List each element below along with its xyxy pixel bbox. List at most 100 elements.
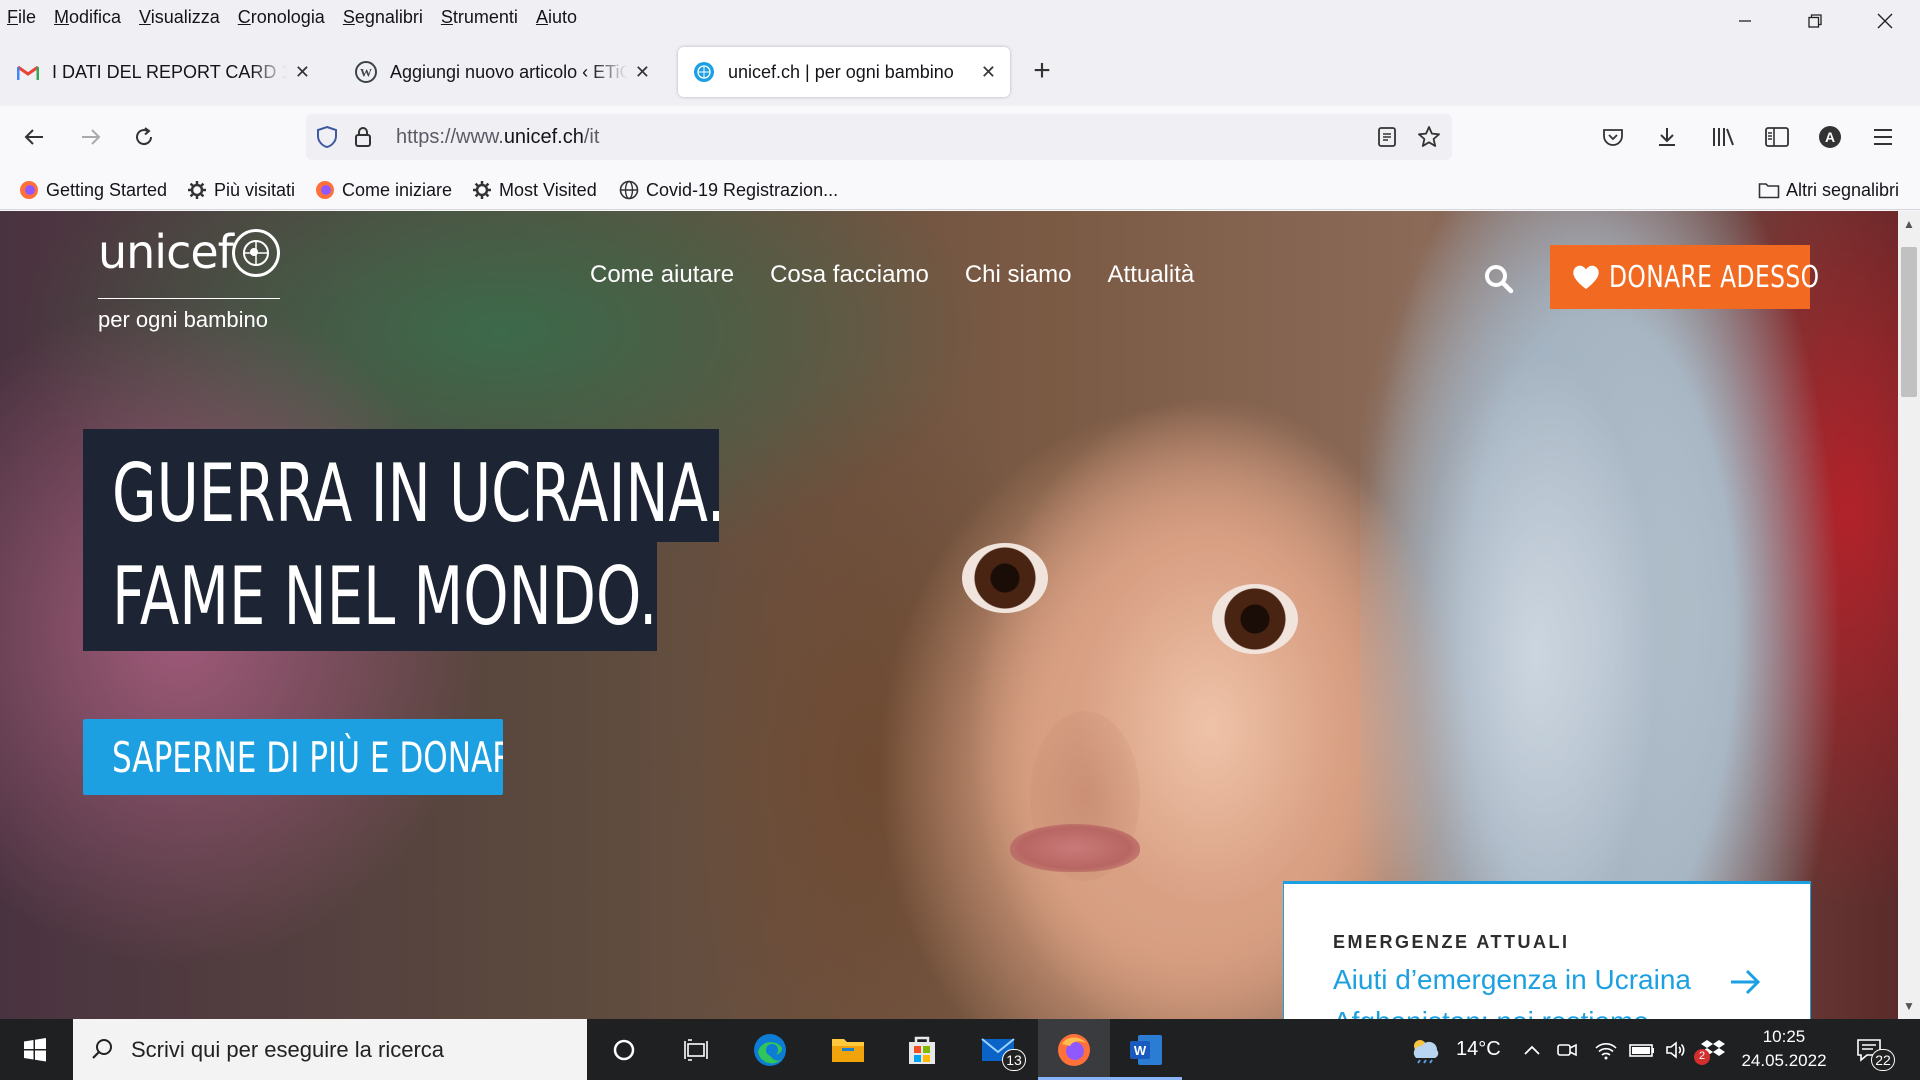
- site-search-icon[interactable]: [1484, 264, 1514, 294]
- close-tab-icon[interactable]: ✕: [295, 62, 310, 83]
- menu-cronologia[interactable]: Cronologia: [229, 2, 334, 32]
- bookmark-label: Più visitati: [214, 179, 296, 200]
- bookmark-getting-started[interactable]: Getting Started: [18, 177, 167, 203]
- svg-text:W: W: [360, 66, 372, 80]
- dropbox-tray-button[interactable]: 2: [1694, 1019, 1726, 1080]
- site-navigation: Come aiutare Cosa facciamo Chi siamo Att…: [590, 261, 1194, 289]
- account-avatar-icon: A: [1819, 126, 1841, 148]
- nav-cosa-facciamo[interactable]: Cosa facciamo: [770, 261, 929, 289]
- cortana-button[interactable]: [588, 1019, 660, 1080]
- minimize-icon: [1739, 20, 1751, 22]
- wordpress-icon: W: [354, 60, 378, 84]
- lock-icon[interactable]: [350, 124, 376, 150]
- task-view-button[interactable]: [660, 1019, 732, 1080]
- nav-chi-siamo[interactable]: Chi siamo: [965, 261, 1072, 289]
- tab-title: unicef.ch | per ogni bambino: [728, 61, 954, 82]
- scrollbar-thumb[interactable]: [1901, 247, 1917, 397]
- clock-date: 24.05.2022: [1741, 1051, 1827, 1070]
- notifications-button[interactable]: 22: [1855, 1019, 1895, 1080]
- app-menu-button[interactable]: [1866, 120, 1900, 154]
- task-view-icon: [684, 1038, 708, 1061]
- logo-divider: [98, 298, 280, 299]
- show-hidden-icons-button[interactable]: [1522, 1019, 1542, 1080]
- store-icon: [909, 1036, 935, 1064]
- edge-icon: [754, 1033, 786, 1066]
- page-scrollbar[interactable]: ▲ ▼: [1898, 211, 1920, 1019]
- meet-now-button[interactable]: [1556, 1019, 1578, 1080]
- taskbar-firefox[interactable]: [1038, 1019, 1110, 1080]
- reload-button[interactable]: [127, 120, 161, 154]
- nav-attualita[interactable]: Attualità: [1108, 261, 1195, 289]
- arrow-right-icon[interactable]: [1729, 968, 1761, 996]
- tracking-protection-shield-icon[interactable]: [314, 124, 340, 150]
- url-text[interactable]: https://www.unicef.ch/it: [396, 126, 599, 149]
- account-button[interactable]: A: [1813, 120, 1847, 154]
- close-tab-icon[interactable]: ✕: [981, 62, 996, 83]
- downloads-button[interactable]: [1650, 120, 1684, 154]
- reader-view-icon[interactable]: [1374, 124, 1400, 150]
- library-icon: [1713, 128, 1734, 146]
- network-button[interactable]: [1594, 1019, 1618, 1080]
- scroll-up-icon[interactable]: ▲: [1902, 217, 1916, 231]
- volume-button[interactable]: [1664, 1019, 1688, 1080]
- taskbar-file-explorer[interactable]: [812, 1019, 884, 1080]
- temperature-text: 14°C: [1456, 1038, 1501, 1060]
- pocket-button[interactable]: [1596, 120, 1630, 154]
- menu-aiuto[interactable]: Aiuto: [527, 2, 586, 32]
- globe-icon: [618, 179, 640, 201]
- other-bookmarks[interactable]: Altri segnalibri: [1758, 177, 1899, 203]
- taskbar-search-box[interactable]: Scrivi qui per eseguire la ricerca: [73, 1019, 587, 1080]
- menu-strumenti[interactable]: Strumenti: [432, 2, 527, 32]
- menu-modifica[interactable]: Modifica: [45, 2, 130, 32]
- menu-segnalibri[interactable]: Segnalibri: [334, 2, 432, 32]
- heart-icon: [1573, 265, 1599, 289]
- close-icon: [1877, 13, 1893, 29]
- start-button[interactable]: [0, 1019, 70, 1080]
- bookmark-most-visited[interactable]: Most Visited: [471, 177, 597, 203]
- tab-gmail[interactable]: I DATI DEL REPORT CARD 17 DE ✕: [2, 47, 324, 97]
- address-bar[interactable]: https://www.unicef.ch/it: [306, 114, 1452, 160]
- new-tab-button[interactable]: +: [1027, 52, 1057, 92]
- menu-visualizza[interactable]: Visualizza: [130, 2, 229, 32]
- taskbar-edge[interactable]: [734, 1019, 806, 1080]
- close-tab-icon[interactable]: ✕: [635, 62, 650, 83]
- taskbar-word[interactable]: W: [1110, 1019, 1182, 1080]
- learn-more-donate-button[interactable]: SAPERNE DI PIÙ E DONARE: [83, 719, 503, 795]
- headline-line-1: GUERRA IN UCRAINA.: [83, 429, 725, 542]
- menu-file[interactable]: File: [0, 2, 45, 32]
- bookmark-come-iniziare[interactable]: Come iniziare: [314, 177, 452, 203]
- firefox-icon: [314, 179, 336, 201]
- forward-button[interactable]: [73, 120, 107, 154]
- battery-button[interactable]: [1628, 1019, 1656, 1080]
- bookmark-covid-registrazione[interactable]: Covid-19 Registrazion...: [618, 177, 838, 203]
- tab-wordpress[interactable]: W Aggiungi nuovo articolo ‹ ETiCi ✕: [340, 47, 664, 97]
- library-button[interactable]: [1706, 120, 1740, 154]
- bookmark-star-icon[interactable]: [1416, 124, 1442, 150]
- bookmark-piu-visitati[interactable]: Più visitati: [186, 177, 295, 203]
- menu-bar: File Modifica Visualizza Cronologia Segn…: [0, 0, 1920, 34]
- speaker-icon: [1666, 1040, 1685, 1059]
- back-button[interactable]: [18, 120, 52, 154]
- headline-text: FAME NEL MONDO.: [112, 550, 658, 643]
- nav-come-aiutare[interactable]: Come aiutare: [590, 261, 734, 289]
- emergency-link-ukraine[interactable]: Aiuti d’emergenza in Ucraina: [1333, 964, 1691, 996]
- taskbar-mail[interactable]: 13: [962, 1019, 1034, 1080]
- headline-text: GUERRA IN UCRAINA.: [112, 447, 726, 540]
- scroll-down-icon[interactable]: ▼: [1902, 999, 1916, 1013]
- tab-unicef[interactable]: unicef.ch | per ogni bambino ✕: [678, 47, 1010, 97]
- tab-title: I DATI DEL REPORT CARD 17 DE: [52, 61, 287, 82]
- taskbar-microsoft-store[interactable]: [886, 1019, 958, 1080]
- bookmark-label: Getting Started: [46, 179, 168, 200]
- weather-widget[interactable]: 14°C: [1408, 1019, 1501, 1080]
- sidebar-button[interactable]: [1760, 120, 1794, 154]
- emergency-link-afghanistan[interactable]: Afghanistan: noi restiamo: [1333, 1006, 1649, 1019]
- clock-time: 10:25: [1762, 1027, 1806, 1046]
- notification-count-badge: 22: [1871, 1049, 1895, 1071]
- mail-unread-badge: 13: [1002, 1049, 1026, 1071]
- donate-now-button[interactable]: DONARE ADESSO: [1550, 245, 1819, 309]
- windows-taskbar: Scrivi qui per eseguire la ricerca 13 W …: [0, 1019, 1920, 1080]
- unicef-logo[interactable]: unicef per ogni bambino: [98, 225, 280, 332]
- svg-text:W: W: [1134, 1043, 1147, 1058]
- cortana-icon: [613, 1039, 635, 1060]
- taskbar-clock[interactable]: 10:25 24.05.2022: [1738, 1025, 1830, 1073]
